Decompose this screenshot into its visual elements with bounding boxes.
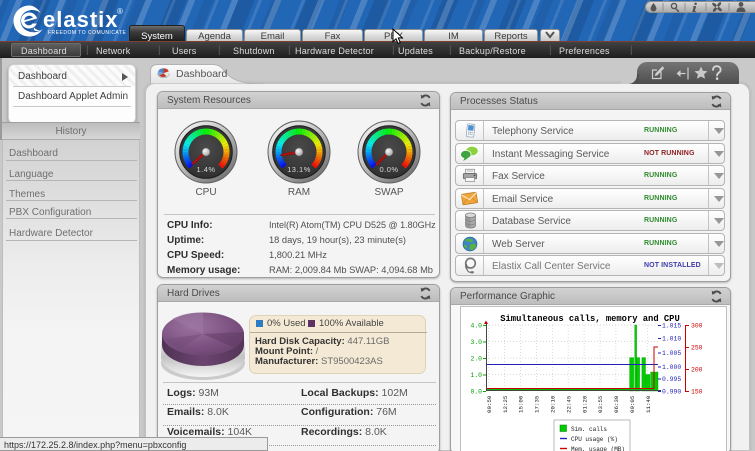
svg-text:1.005: 1.005 xyxy=(662,350,681,357)
svg-text:4.0: 4.0 xyxy=(470,322,482,329)
svg-text:1.015: 1.015 xyxy=(662,322,681,329)
svg-text:1.010: 1.010 xyxy=(662,335,681,342)
svg-text:12:25: 12:25 xyxy=(502,395,509,413)
svg-text:0.995: 0.995 xyxy=(662,376,681,383)
svg-text:Mem. usage (MB): Mem. usage (MB) xyxy=(571,446,625,451)
svg-text:09:50: 09:50 xyxy=(486,395,493,413)
svg-text:Simultaneous calls, memory and: Simultaneous calls, memory and CPU xyxy=(500,314,680,324)
svg-text:1.000: 1.000 xyxy=(662,364,681,371)
svg-text:elastix: elastix xyxy=(43,7,119,32)
svg-text:09:05: 09:05 xyxy=(629,395,636,413)
svg-text:1.0: 1.0 xyxy=(470,372,482,379)
svg-text:FREEDOM TO COMUNICATE: FREEDOM TO COMUNICATE xyxy=(48,30,126,36)
svg-text:17:35: 17:35 xyxy=(534,395,541,413)
svg-text:11:40: 11:40 xyxy=(645,395,652,413)
svg-text:150: 150 xyxy=(691,388,703,395)
svg-text:3.0: 3.0 xyxy=(470,339,482,346)
svg-text:2.0: 2.0 xyxy=(470,355,482,362)
svg-text:15:00: 15:00 xyxy=(518,395,525,413)
svg-text:0.0%: 0.0% xyxy=(379,165,398,174)
svg-text:1.4%: 1.4% xyxy=(196,165,215,174)
svg-text:CPU usage (%): CPU usage (%) xyxy=(571,436,618,443)
svg-text:Sim. calls: Sim. calls xyxy=(571,426,607,433)
svg-text:®: ® xyxy=(117,7,123,16)
svg-text:20:10: 20:10 xyxy=(550,395,557,413)
svg-text:0.990: 0.990 xyxy=(662,388,681,395)
svg-text:01:20: 01:20 xyxy=(581,395,588,413)
svg-text:03:55: 03:55 xyxy=(597,395,604,413)
svg-text:200: 200 xyxy=(691,366,703,373)
svg-text:0.0: 0.0 xyxy=(470,388,482,395)
svg-text:22:45: 22:45 xyxy=(565,395,572,413)
svg-text:300: 300 xyxy=(691,322,703,329)
svg-text:250: 250 xyxy=(691,344,703,351)
svg-text:13.1%: 13.1% xyxy=(287,165,311,174)
svg-text:06:30: 06:30 xyxy=(613,395,620,413)
